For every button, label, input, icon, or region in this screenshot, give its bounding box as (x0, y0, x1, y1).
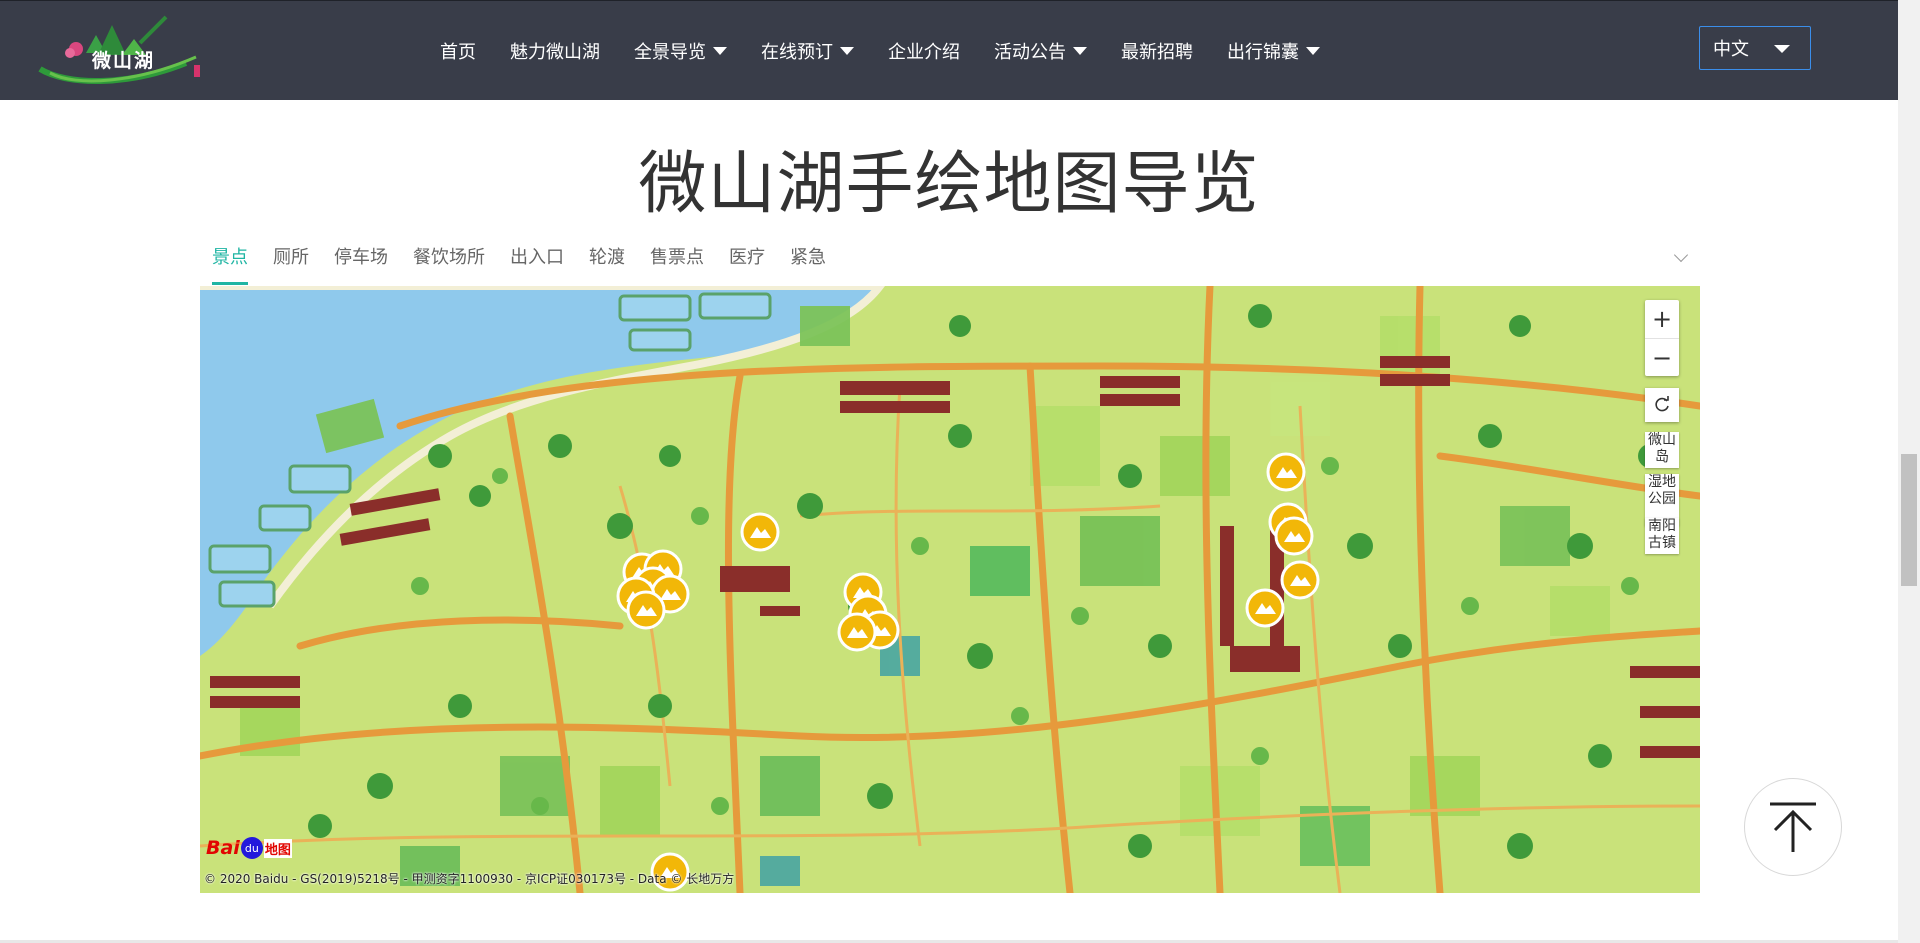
caret-down-icon (1306, 47, 1320, 55)
site-header: 微山湖 首页 魅力微山湖 全景导览 在线预订 企业介绍 活动公告 最新招聘 出行… (0, 0, 1898, 100)
nav-booking[interactable]: 在线预订 (761, 38, 854, 64)
nav-company[interactable]: 企业介绍 (888, 38, 960, 64)
place-nanyang-town-button[interactable]: 南阳古镇 (1645, 518, 1679, 554)
map-reset-button[interactable] (1645, 388, 1679, 422)
poi-category-tabs: 景点 厕所 停车场 餐饮场所 出入口 轮渡 售票点 医疗 紧急 (212, 245, 851, 287)
main-nav: 首页 魅力微山湖 全景导览 在线预订 企业介绍 活动公告 最新招聘 出行锦囊 (440, 1, 1354, 101)
baidu-paw-icon: du (240, 837, 263, 859)
map-zoom-control: + − (1645, 300, 1679, 376)
nav-charm[interactable]: 魅力微山湖 (510, 38, 600, 64)
caret-down-icon (840, 47, 854, 55)
page-title: 微山湖手绘地图导览 (638, 145, 1260, 224)
nav-travel-tips[interactable]: 出行锦囊 (1227, 38, 1320, 64)
tab-entrances[interactable]: 出入口 (510, 245, 564, 285)
tab-emergency[interactable]: 紧急 (790, 245, 826, 285)
baidu-map-logo[interactable]: Bai du 地图 (206, 832, 292, 864)
tab-dining[interactable]: 餐饮场所 (413, 245, 485, 285)
nav-home[interactable]: 首页 (440, 38, 476, 64)
caret-down-icon (713, 47, 727, 55)
tab-ticket-office[interactable]: 售票点 (650, 245, 704, 285)
map-canvas (200, 286, 1700, 893)
place-weishan-island-button[interactable]: 微山岛 (1645, 432, 1679, 468)
tab-toilets[interactable]: 厕所 (273, 245, 309, 285)
tabs-expand-chevron-icon[interactable] (1673, 247, 1689, 263)
arrow-up-icon (1770, 802, 1816, 852)
back-to-top-button[interactable] (1744, 778, 1842, 876)
caret-down-icon (1774, 45, 1790, 53)
map-copyright: © 2020 Baidu - GS(2019)5218号 - 甲测资字11009… (204, 872, 735, 886)
nav-jobs[interactable]: 最新招聘 (1121, 38, 1193, 64)
nav-panorama[interactable]: 全景导览 (634, 38, 727, 64)
hand-drawn-map[interactable]: © 2020 Baidu - GS(2019)5218号 - 甲测资字11009… (200, 286, 1700, 893)
language-select[interactable]: 中文 (1699, 26, 1811, 70)
tab-ferry[interactable]: 轮渡 (589, 245, 625, 285)
nav-events[interactable]: 活动公告 (994, 38, 1087, 64)
logo-text: 微山湖 (92, 50, 156, 72)
zoom-in-button[interactable]: + (1645, 300, 1679, 338)
zoom-out-button[interactable]: − (1645, 338, 1679, 377)
refresh-icon (1655, 396, 1669, 412)
tab-medical[interactable]: 医疗 (729, 245, 765, 285)
caret-down-icon (1073, 47, 1087, 55)
language-value: 中文 (1713, 39, 1749, 60)
page-scrollbar-thumb[interactable] (1901, 454, 1917, 586)
tab-scenic-spots[interactable]: 景点 (212, 245, 248, 285)
tab-parking[interactable]: 停车场 (334, 245, 388, 285)
